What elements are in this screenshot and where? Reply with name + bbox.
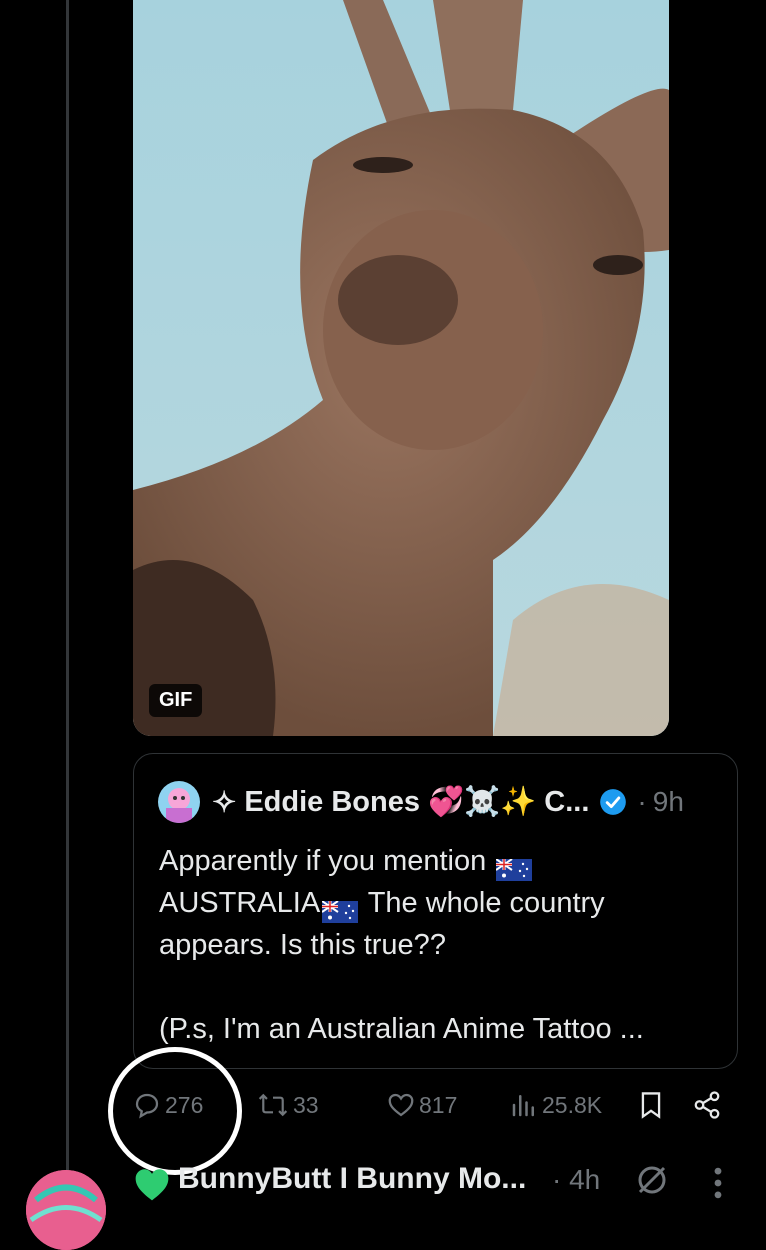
bookmark-icon [641,1092,661,1119]
views-chart-icon [512,1095,534,1117]
grok-icon[interactable] [634,1162,670,1203]
quoted-author-name[interactable]: Eddie Bones [244,786,420,819]
gif-media[interactable] [133,0,669,736]
heart-icon [388,1093,414,1117]
views-button[interactable]: 25.8K [509,1090,602,1120]
view-count: 25.8K [542,1091,603,1118]
next-reply-author-name[interactable]: BunnyButt I Bunny Mo... [178,1162,526,1196]
share-icon [694,1091,720,1119]
quoted-text-line1: Apparently if you mention [159,845,487,877]
quoted-text-line5: (P.s, I'm an Australian Anime Tattoo ... [159,1013,644,1045]
gif-badge: GIF [149,684,203,717]
kangaroo-image [133,0,669,736]
next-reply-avatar[interactable] [26,1170,106,1250]
bookmark-button[interactable] [637,1090,668,1120]
quoted-post-text: Apparently if you mention AUSTRALIA The … [159,840,729,1050]
repost-icon [258,1093,288,1117]
green-heart-icon [132,1166,172,1207]
quoted-post-time[interactable]: 9h [653,786,684,818]
quoted-post-header: ✧ Eddie Bones 💞☠️✨ C... · 9h [158,780,684,824]
quoted-text-line2a: AUSTRALIA [159,887,321,919]
quoted-text-gap [159,966,729,1008]
australia-flag-icon [495,851,533,882]
quoted-post[interactable]: ✧ Eddie Bones 💞☠️✨ C... · 9h Apparently … [133,753,738,1069]
australia-flag-icon [321,893,359,924]
like-button[interactable]: 817 [386,1090,457,1120]
quoted-text-line3: appears. Is this true?? [159,929,446,961]
next-reply-time[interactable]: · 4h [552,1164,600,1196]
verified-badge-icon [599,788,627,816]
quoted-author-prefix: ✧ [212,786,237,819]
quoted-author-avatar[interactable] [158,781,200,823]
share-button[interactable] [692,1090,725,1120]
thread-line [66,0,69,1170]
like-count: 817 [419,1091,458,1118]
quoted-text-line2b: The whole country [360,887,605,919]
quoted-author-suffix: C... [544,785,590,818]
quoted-time-separator: · [637,786,647,817]
more-options-icon[interactable] [712,1166,727,1200]
repost-count: 33 [293,1091,319,1118]
highlight-circle-annotation [108,1047,242,1175]
quoted-author-emojis: 💞☠️✨ [427,786,537,818]
repost-button[interactable]: 33 [256,1090,319,1120]
